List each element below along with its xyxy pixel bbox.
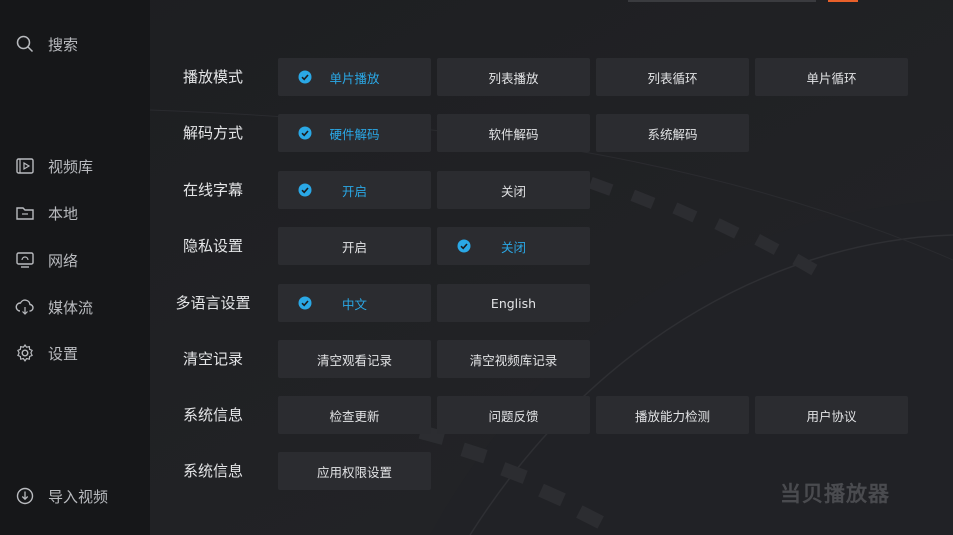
setting-label-clear-records: 清空记录 (182, 350, 243, 368)
option-check-update[interactable]: 检查更新 (278, 396, 431, 434)
top-accent-indicator (828, 0, 858, 2)
setting-label-decode-mode: 解码方式 (182, 124, 243, 142)
sidebar-item-network[interactable]: 网络 (14, 248, 78, 272)
sidebar-search-label: 搜索 (48, 35, 79, 54)
top-indicator (628, 0, 816, 2)
option-label: 检查更新 (329, 408, 380, 424)
option-list-play[interactable]: 列表播放 (437, 58, 590, 96)
option-label: 单片循环 (806, 70, 857, 86)
brand-watermark: 当贝播放器 (780, 482, 890, 506)
option-label: 播放能力检测 (634, 408, 710, 424)
setting-label-play-mode: 播放模式 (182, 68, 243, 86)
option-clear-watch-history[interactable]: 清空观看记录 (278, 340, 431, 378)
option-label: 清空观看记录 (316, 352, 392, 368)
option-user-agreement[interactable]: 用户协议 (755, 396, 908, 434)
option-privacy-off[interactable]: 关闭 (437, 227, 590, 265)
check-icon (457, 239, 471, 253)
option-label: 用户协议 (806, 408, 857, 424)
sidebar-item-local[interactable]: 本地 (14, 201, 78, 225)
setting-label-language: 多语言设置 (175, 294, 251, 312)
option-subtitles-on[interactable]: 开启 (278, 171, 431, 209)
cloud-stream-icon (14, 296, 36, 318)
check-icon (298, 126, 312, 140)
option-subtitles-off[interactable]: 关闭 (437, 171, 590, 209)
option-label: 问题反馈 (488, 408, 539, 424)
option-list-loop[interactable]: 列表循环 (596, 58, 749, 96)
option-software-decode[interactable]: 软件解码 (437, 114, 590, 152)
sidebar-import-label: 导入视频 (48, 487, 109, 506)
option-label: 列表播放 (488, 70, 539, 86)
option-single-loop[interactable]: 单片循环 (755, 58, 908, 96)
sidebar-item-label: 视频库 (48, 157, 94, 176)
search-icon (14, 33, 36, 55)
check-icon (298, 296, 312, 310)
option-system-decode[interactable]: 系统解码 (596, 114, 749, 152)
sidebar-item-media-stream[interactable]: 媒体流 (14, 295, 93, 319)
option-label: 应用权限设置 (316, 464, 392, 480)
sidebar: 搜索 视频库 本地 网络 媒体流 设置 导入视频 (0, 0, 150, 535)
sidebar-item-label: 媒体流 (48, 298, 94, 317)
setting-label-privacy: 隐私设置 (182, 237, 243, 255)
option-label: 列表循环 (647, 70, 698, 86)
setting-label-online-subtitles: 在线字幕 (182, 181, 243, 199)
option-label: 系统解码 (647, 126, 698, 142)
option-single-play[interactable]: 单片播放 (278, 58, 431, 96)
option-label: 硬件解码 (329, 126, 380, 142)
option-label: 关闭 (500, 239, 526, 255)
option-clear-library-history[interactable]: 清空视频库记录 (437, 340, 590, 378)
sidebar-item-label: 设置 (48, 344, 79, 363)
option-hardware-decode[interactable]: 硬件解码 (278, 114, 431, 152)
setting-label-system-info: 系统信息 (182, 406, 243, 424)
option-label: 软件解码 (488, 126, 539, 142)
option-label: 单片播放 (329, 70, 380, 86)
option-english[interactable]: English (437, 284, 590, 322)
sidebar-item-label: 网络 (48, 251, 79, 270)
sidebar-item-settings[interactable]: 设置 (14, 341, 78, 365)
option-label: 关闭 (500, 183, 526, 199)
setting-label-system-info-2: 系统信息 (182, 462, 243, 480)
check-icon (298, 183, 312, 197)
option-label: English (490, 295, 537, 311)
option-app-permissions[interactable]: 应用权限设置 (278, 452, 431, 490)
option-label: 中文 (341, 296, 367, 312)
option-label: 清空视频库记录 (469, 352, 558, 368)
sidebar-search[interactable]: 搜索 (14, 32, 78, 56)
option-chinese[interactable]: 中文 (278, 284, 431, 322)
option-label: 开启 (341, 183, 367, 199)
sidebar-item-label: 本地 (48, 204, 79, 223)
folder-icon (14, 202, 36, 224)
gear-icon (14, 342, 36, 364)
option-label: 开启 (341, 239, 367, 255)
option-privacy-on[interactable]: 开启 (278, 227, 431, 265)
sidebar-item-video-library[interactable]: 视频库 (14, 154, 93, 178)
video-library-icon (14, 155, 36, 177)
network-icon (14, 249, 36, 271)
import-icon (14, 485, 36, 507)
sidebar-import-video[interactable]: 导入视频 (14, 484, 108, 508)
option-playback-capability-test[interactable]: 播放能力检测 (596, 396, 749, 434)
option-feedback[interactable]: 问题反馈 (437, 396, 590, 434)
check-icon (298, 70, 312, 84)
